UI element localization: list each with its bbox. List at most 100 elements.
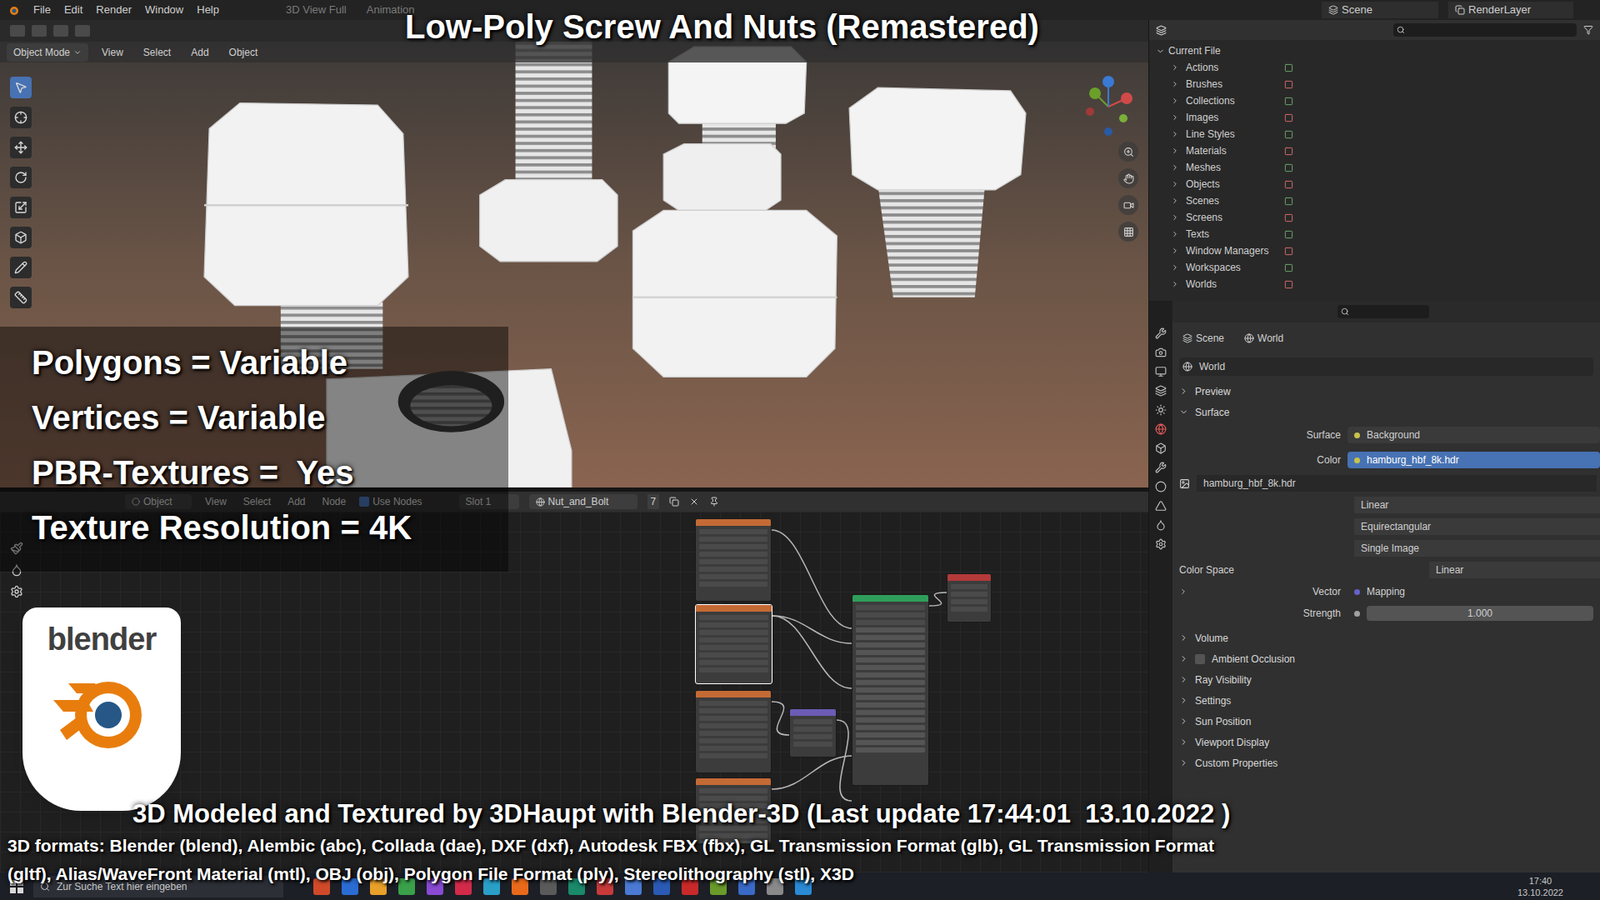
properties-tab-icon[interactable] (1155, 327, 1167, 340)
tool-button[interactable] (10, 226, 32, 249)
breadcrumb-item[interactable]: Scene (1182, 330, 1225, 346)
outliner-item[interactable]: Meshes (1149, 159, 1600, 176)
node-tool-icon[interactable] (10, 585, 24, 599)
outliner-item[interactable]: Line Styles (1149, 125, 1600, 143)
material-selector[interactable]: Nut_and_Bolt (529, 494, 638, 510)
duplicate-icon[interactable] (669, 496, 680, 507)
property-value[interactable]: hamburg_hbf_8k.hdr (1347, 451, 1600, 469)
properties-tab-icon[interactable] (1155, 538, 1167, 550)
header-tool-icon[interactable] (53, 25, 69, 37)
outliner-item[interactable]: Scenes (1149, 192, 1600, 210)
properties-tab-icon[interactable] (1155, 404, 1167, 416)
axis-gizmo[interactable] (1075, 73, 1142, 140)
properties-tab-icon[interactable] (1155, 385, 1167, 397)
clock[interactable]: 17:4013.10.2022 (1517, 875, 1564, 899)
outliner-item[interactable]: Window Managers (1149, 242, 1600, 260)
viewport-menu[interactable]: View (95, 45, 130, 60)
scene-selector[interactable]: Scene (1321, 1, 1439, 19)
panel-header[interactable]: Ray Visibility (1172, 669, 1600, 690)
tool-button[interactable] (10, 196, 32, 219)
collapse-icon (1179, 716, 1189, 726)
outliner-item[interactable]: Materials (1149, 142, 1600, 160)
outliner-item[interactable]: Objects (1149, 175, 1600, 193)
tool-button[interactable] (10, 136, 32, 159)
editor-type-icon[interactable] (1155, 25, 1167, 36)
blender-menu-icon[interactable] (6, 4, 20, 16)
vector-value[interactable]: Mapping (1347, 584, 1600, 600)
panel-header[interactable]: Sun Position (1172, 710, 1600, 732)
tool-button[interactable] (10, 256, 32, 279)
panel-header[interactable]: Custom Properties (1172, 752, 1600, 774)
image-option[interactable]: Equirectangular (1172, 515, 1600, 538)
menu-item[interactable]: Help (196, 1, 220, 19)
pin-icon[interactable] (709, 496, 720, 507)
mode-selector[interactable]: Object Mode (6, 43, 89, 62)
filter-icon[interactable] (1583, 25, 1594, 35)
shader-node[interactable] (695, 604, 773, 685)
tool-button[interactable] (10, 76, 32, 99)
panel-header[interactable]: Preview (1172, 380, 1600, 402)
socket-dot (1354, 589, 1360, 595)
nav-button[interactable] (1118, 221, 1139, 242)
properties-tab-icon[interactable] (1155, 480, 1167, 493)
menu-item[interactable]: Window (145, 1, 184, 19)
outliner-root[interactable]: Current File (1149, 42, 1600, 60)
tool-button[interactable] (10, 106, 32, 129)
properties-tab-icon[interactable] (1155, 423, 1167, 435)
properties-tab-icon[interactable] (1155, 346, 1167, 359)
outliner-item[interactable]: Actions (1149, 59, 1600, 76)
nav-button[interactable] (1118, 195, 1139, 215)
material-users[interactable]: 7 (647, 494, 660, 510)
panel-header[interactable]: Settings (1172, 690, 1600, 711)
panel-header[interactable]: Viewport Display (1172, 731, 1600, 753)
outliner-item[interactable]: Brushes (1149, 75, 1600, 93)
properties-tab-icon[interactable] (1155, 519, 1167, 531)
outliner-search[interactable] (1393, 23, 1577, 37)
color-space-value[interactable]: Linear (1429, 561, 1600, 579)
header-tool-icon[interactable] (75, 25, 90, 37)
outliner-item[interactable]: Texts (1149, 225, 1600, 243)
shader-node[interactable] (851, 594, 930, 786)
tool-button[interactable] (10, 166, 32, 189)
property-value[interactable]: Background (1347, 426, 1600, 444)
outliner-item[interactable]: Screens (1149, 209, 1600, 226)
shader-node[interactable] (789, 708, 837, 758)
header-tool-icon[interactable] (10, 25, 25, 37)
workspace-tab[interactable]: 3D View Full (285, 1, 347, 19)
viewport-menu[interactable]: Add (184, 45, 215, 60)
outliner-item[interactable]: Images (1149, 109, 1600, 126)
panel-checkbox[interactable] (1195, 654, 1205, 665)
unlink-icon[interactable] (689, 496, 700, 507)
properties-tab-icon[interactable] (1155, 500, 1167, 512)
header-tool-icon[interactable] (31, 25, 47, 37)
node-socket-row (793, 726, 833, 732)
shader-node[interactable] (946, 573, 992, 623)
shader-node[interactable] (695, 690, 772, 774)
strength-slider[interactable]: 1.000 (1347, 605, 1600, 621)
image-option[interactable]: Single Image (1172, 537, 1600, 560)
outliner-item[interactable]: Worlds (1149, 275, 1600, 293)
menu-item[interactable]: Render (95, 1, 132, 19)
properties-tab-icon[interactable] (1155, 442, 1167, 455)
image-option[interactable]: Linear (1172, 494, 1600, 516)
viewport-menu[interactable]: Select (136, 45, 178, 60)
tool-button[interactable] (10, 286, 32, 309)
nav-button[interactable] (1118, 168, 1139, 189)
render-layer-selector[interactable]: RenderLayer (1448, 1, 1574, 19)
outliner-item[interactable]: Workspaces (1149, 259, 1600, 276)
menu-item[interactable]: Edit (64, 1, 83, 19)
panel-header[interactable]: Surface (1172, 401, 1600, 423)
world-selector[interactable]: World (1179, 357, 1594, 376)
properties-tab-icon[interactable] (1155, 365, 1167, 378)
shader-node[interactable] (695, 518, 772, 602)
outliner-item[interactable]: Collections (1149, 92, 1600, 110)
nav-button[interactable] (1118, 141, 1139, 162)
menu-item[interactable]: File (33, 1, 51, 19)
properties-tab-icon[interactable] (1155, 461, 1167, 474)
breadcrumb-item[interactable]: World (1244, 330, 1284, 346)
panel-header[interactable]: Volume (1172, 627, 1600, 649)
properties-search[interactable] (1337, 305, 1430, 319)
panel-header[interactable]: Ambient Occlusion (1172, 648, 1600, 670)
image-selector[interactable]: hamburg_hbf_8k.hdr (1172, 472, 1597, 495)
viewport-menu[interactable]: Object (222, 45, 265, 60)
